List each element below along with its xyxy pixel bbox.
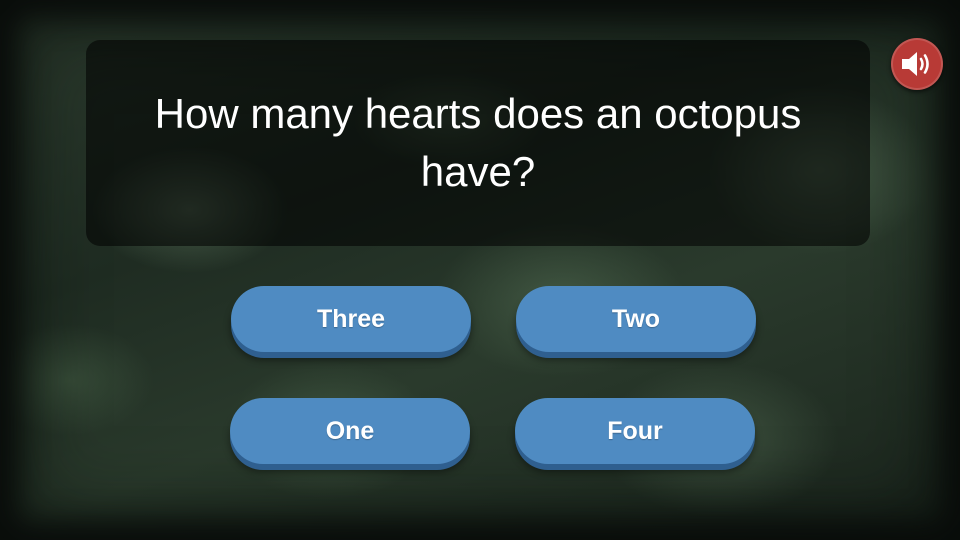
answer-button-two[interactable]: Two [516, 286, 756, 352]
answer-button-three[interactable]: Three [231, 286, 471, 352]
question-panel: How many hearts does an octopus have? [86, 40, 870, 246]
answer-button-four[interactable]: Four [515, 398, 755, 464]
answer-button-one[interactable]: One [230, 398, 470, 464]
speaker-volume-icon [902, 52, 929, 76]
game-stage: How many hearts does an octopus have? Th… [0, 0, 960, 540]
question-text: How many hearts does an octopus have? [154, 90, 802, 195]
sound-toggle-button[interactable] [891, 38, 943, 90]
